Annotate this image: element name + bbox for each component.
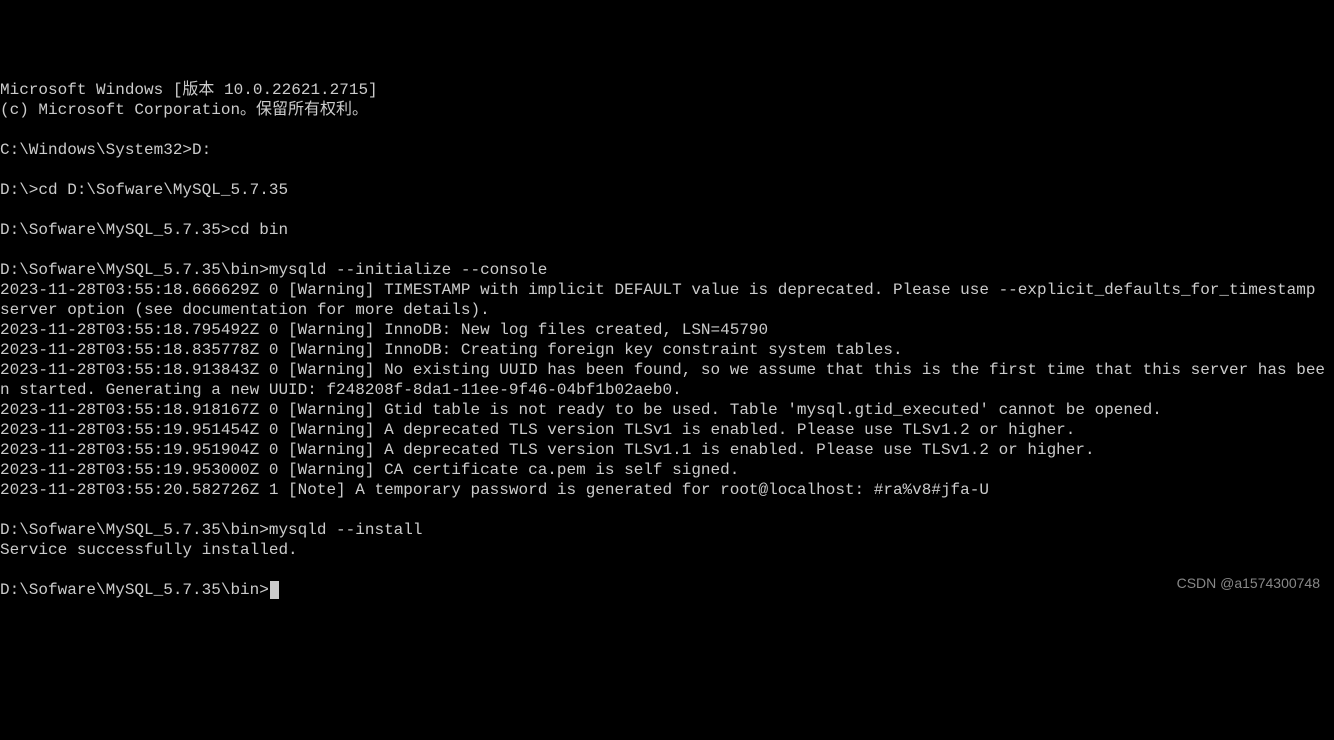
terminal-output[interactable]: Microsoft Windows [版本 10.0.22621.2715](c…	[0, 80, 1334, 600]
current-prompt-line[interactable]: D:\Sofware\MySQL_5.7.35\bin>	[0, 580, 1334, 600]
command-text: D:	[192, 141, 211, 159]
command-text: mysqld --install	[269, 521, 423, 539]
blank-line	[0, 120, 1334, 140]
blank-line	[0, 200, 1334, 220]
blank-line	[0, 240, 1334, 260]
command-text: cd bin	[230, 221, 288, 239]
prompt: D:\Sofware\MySQL_5.7.35\bin>	[0, 581, 269, 599]
command-text: cd D:\Sofware\MySQL_5.7.35	[38, 181, 288, 199]
prompt: D:\Sofware\MySQL_5.7.35>	[0, 221, 230, 239]
output-line: 2023-11-28T03:55:18.913843Z 0 [Warning] …	[0, 360, 1334, 400]
blank-line	[0, 500, 1334, 520]
output-line: 2023-11-28T03:55:19.951904Z 0 [Warning] …	[0, 440, 1334, 460]
output-line: 2023-11-28T03:55:18.666629Z 0 [Warning] …	[0, 280, 1334, 320]
header-version: Microsoft Windows [版本 10.0.22621.2715]	[0, 80, 1334, 100]
cmd-line-3: D:\Sofware\MySQL_5.7.35\bin>mysqld --ini…	[0, 260, 1334, 280]
cursor-icon	[270, 581, 279, 599]
cmd-line-2: D:\Sofware\MySQL_5.7.35>cd bin	[0, 220, 1334, 240]
output-line: 2023-11-28T03:55:20.582726Z 1 [Note] A t…	[0, 480, 1334, 500]
blank-line	[0, 560, 1334, 580]
cmd-line-install: D:\Sofware\MySQL_5.7.35\bin>mysqld --ins…	[0, 520, 1334, 540]
prompt: C:\Windows\System32>	[0, 141, 192, 159]
prompt: D:\Sofware\MySQL_5.7.35\bin>	[0, 261, 269, 279]
output-line: 2023-11-28T03:55:19.953000Z 0 [Warning] …	[0, 460, 1334, 480]
output-line: 2023-11-28T03:55:18.795492Z 0 [Warning] …	[0, 320, 1334, 340]
output-line: 2023-11-28T03:55:18.835778Z 0 [Warning] …	[0, 340, 1334, 360]
command-text: mysqld --initialize --console	[269, 261, 547, 279]
output-line: 2023-11-28T03:55:18.918167Z 0 [Warning] …	[0, 400, 1334, 420]
prompt: D:\Sofware\MySQL_5.7.35\bin>	[0, 521, 269, 539]
blank-line	[0, 160, 1334, 180]
install-result: Service successfully installed.	[0, 540, 1334, 560]
cmd-line-1: D:\>cd D:\Sofware\MySQL_5.7.35	[0, 180, 1334, 200]
watermark-text: CSDN @a1574300748	[1177, 575, 1320, 593]
header-copyright: (c) Microsoft Corporation。保留所有权利。	[0, 100, 1334, 120]
prompt: D:\>	[0, 181, 38, 199]
output-line: 2023-11-28T03:55:19.951454Z 0 [Warning] …	[0, 420, 1334, 440]
cmd-line-0: C:\Windows\System32>D:	[0, 140, 1334, 160]
